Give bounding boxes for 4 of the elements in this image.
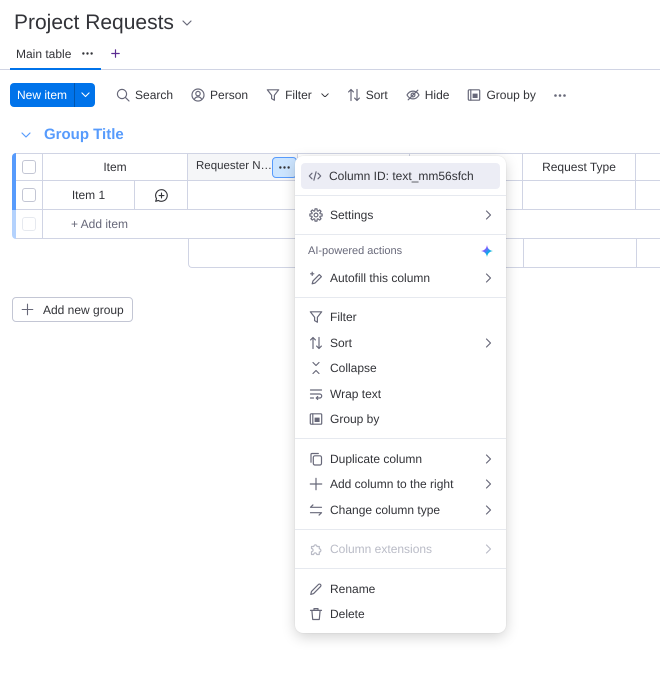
- board-title: Project Requests: [14, 10, 174, 36]
- section-heading: AI-powered actions: [308, 244, 402, 259]
- column-title: Requester N…: [196, 159, 272, 174]
- menu-item: Column extensions: [301, 536, 500, 562]
